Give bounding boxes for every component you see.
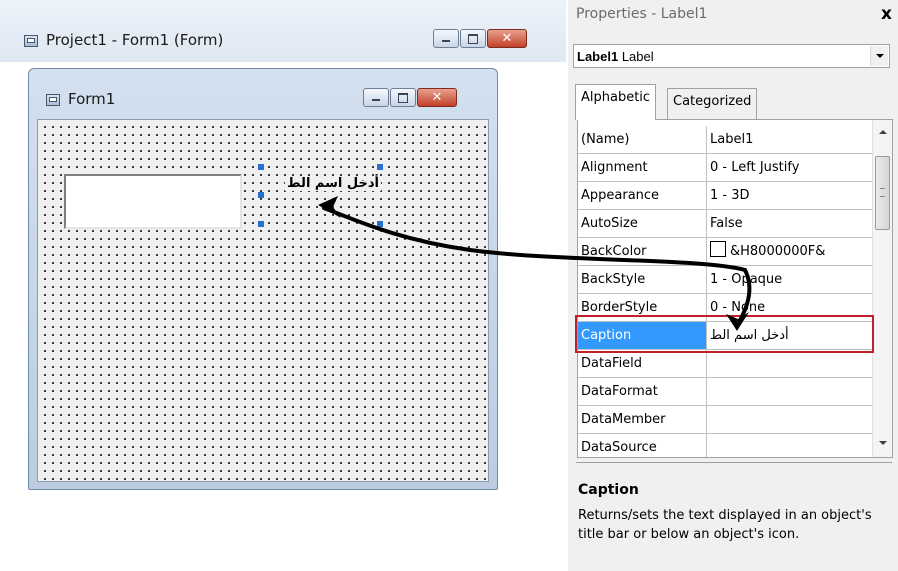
property-value[interactable]: False bbox=[707, 210, 872, 237]
close-icon: ✕ bbox=[501, 31, 513, 46]
scroll-up-icon[interactable] bbox=[879, 130, 887, 134]
property-value: &H8000000F& bbox=[730, 244, 826, 259]
project-window: Project1 - Form1 (Form) ✕ Form1 ✕ أدخل ا… bbox=[0, 0, 569, 571]
property-row-appearance[interactable]: Appearance 1 - 3D bbox=[578, 182, 872, 210]
property-name: DataMember bbox=[578, 406, 707, 433]
maximize-button[interactable] bbox=[460, 29, 486, 48]
object-selector[interactable]: Label1 Label bbox=[573, 44, 890, 68]
property-name: Alignment bbox=[578, 154, 707, 181]
resize-handle-middle-left[interactable] bbox=[258, 192, 264, 198]
resize-handle-bottom-left[interactable] bbox=[258, 221, 264, 227]
property-value[interactable] bbox=[707, 406, 872, 433]
text1-textbox[interactable] bbox=[64, 174, 242, 229]
project-caption-buttons: ✕ bbox=[432, 29, 527, 48]
property-name: DataSource bbox=[578, 434, 707, 457]
properties-title: Properties - Label1 bbox=[576, 6, 708, 22]
property-name: BackColor bbox=[578, 238, 707, 265]
color-swatch-icon bbox=[710, 241, 726, 257]
property-row-datamember[interactable]: DataMember bbox=[578, 406, 872, 434]
property-value[interactable] bbox=[707, 378, 872, 405]
property-row-alignment[interactable]: Alignment 0 - Left Justify bbox=[578, 154, 872, 182]
form1-caption-buttons: ✕ bbox=[362, 88, 457, 107]
project-window-title: Project1 - Form1 (Form) bbox=[46, 31, 224, 49]
resize-handle-bottom-right[interactable] bbox=[377, 221, 383, 227]
property-value[interactable]: 1 - 3D bbox=[707, 182, 872, 209]
project-title-bar[interactable]: Project1 - Form1 (Form) ✕ bbox=[0, 0, 566, 62]
description-title: Caption bbox=[578, 482, 639, 498]
description-text: Returns/sets the text displayed in an ob… bbox=[578, 508, 872, 542]
property-value[interactable]: 0 - Left Justify bbox=[707, 154, 872, 181]
label1-caption: أدخل اسم الط bbox=[285, 176, 381, 191]
form-window-icon bbox=[24, 35, 38, 47]
property-row-name[interactable]: (Name) Label1 bbox=[578, 126, 872, 154]
property-name: BackStyle bbox=[578, 266, 707, 293]
property-value[interactable] bbox=[707, 350, 872, 377]
object-type: Label bbox=[621, 49, 654, 64]
resize-handle-top-left[interactable] bbox=[258, 164, 264, 170]
property-row-autosize[interactable]: AutoSize False bbox=[578, 210, 872, 238]
close-icon: ✕ bbox=[431, 90, 443, 105]
property-value[interactable]: Label1 bbox=[707, 126, 872, 153]
property-name: (Name) bbox=[578, 126, 707, 153]
label1-control[interactable]: أدخل اسم الط bbox=[261, 170, 381, 224]
close-button[interactable]: ✕ bbox=[487, 29, 527, 48]
form-icon bbox=[46, 94, 60, 106]
property-name: DataField bbox=[578, 350, 707, 377]
form1-close-button[interactable]: ✕ bbox=[417, 88, 457, 107]
properties-close-icon[interactable]: x bbox=[881, 4, 892, 24]
resize-handle-top-right[interactable] bbox=[377, 164, 383, 170]
property-row-backcolor[interactable]: BackColor &H8000000F& bbox=[578, 238, 872, 266]
description-divider bbox=[576, 462, 892, 463]
tab-alphabetic[interactable]: Alphabetic bbox=[575, 84, 657, 120]
property-value[interactable]: 1 - Opaque bbox=[707, 266, 872, 293]
form1-title: Form1 bbox=[68, 90, 116, 108]
scroll-thumb[interactable] bbox=[875, 156, 890, 230]
caption-highlight-box bbox=[575, 315, 874, 353]
property-name: DataFormat bbox=[578, 378, 707, 405]
form1-window[interactable]: Form1 ✕ أدخل اسم الط bbox=[28, 68, 498, 490]
property-grid: (Name) Label1 Alignment 0 - Left Justify… bbox=[577, 119, 893, 458]
dropdown-button[interactable] bbox=[870, 46, 888, 66]
form-design-surface[interactable]: أدخل اسم الط bbox=[37, 119, 489, 482]
property-value[interactable] bbox=[707, 434, 872, 457]
property-row-dataformat[interactable]: DataFormat bbox=[578, 378, 872, 406]
chevron-down-icon bbox=[876, 54, 884, 58]
property-row-backstyle[interactable]: BackStyle 1 - Opaque bbox=[578, 266, 872, 294]
form1-maximize-button[interactable] bbox=[390, 88, 416, 107]
minimize-button[interactable] bbox=[433, 29, 459, 48]
tab-categorized[interactable]: Categorized bbox=[667, 88, 758, 120]
object-selector-value: Label1 Label bbox=[577, 49, 654, 64]
property-row-datasource[interactable]: DataSource bbox=[578, 434, 872, 457]
property-name: AutoSize bbox=[578, 210, 707, 237]
property-list: (Name) Label1 Alignment 0 - Left Justify… bbox=[578, 126, 872, 457]
property-row-datafield[interactable]: DataField bbox=[578, 350, 872, 378]
property-name: Appearance bbox=[578, 182, 707, 209]
object-name: Label1 bbox=[577, 49, 619, 64]
scroll-down-icon[interactable] bbox=[879, 441, 887, 445]
properties-window: Properties - Label1 x Label1 Label Alpha… bbox=[568, 0, 898, 571]
property-grid-scrollbar[interactable] bbox=[872, 120, 892, 457]
description-pane: Caption Returns/sets the text displayed … bbox=[568, 462, 898, 571]
property-value-cell[interactable]: &H8000000F& bbox=[707, 238, 872, 265]
form1-minimize-button[interactable] bbox=[363, 88, 389, 107]
